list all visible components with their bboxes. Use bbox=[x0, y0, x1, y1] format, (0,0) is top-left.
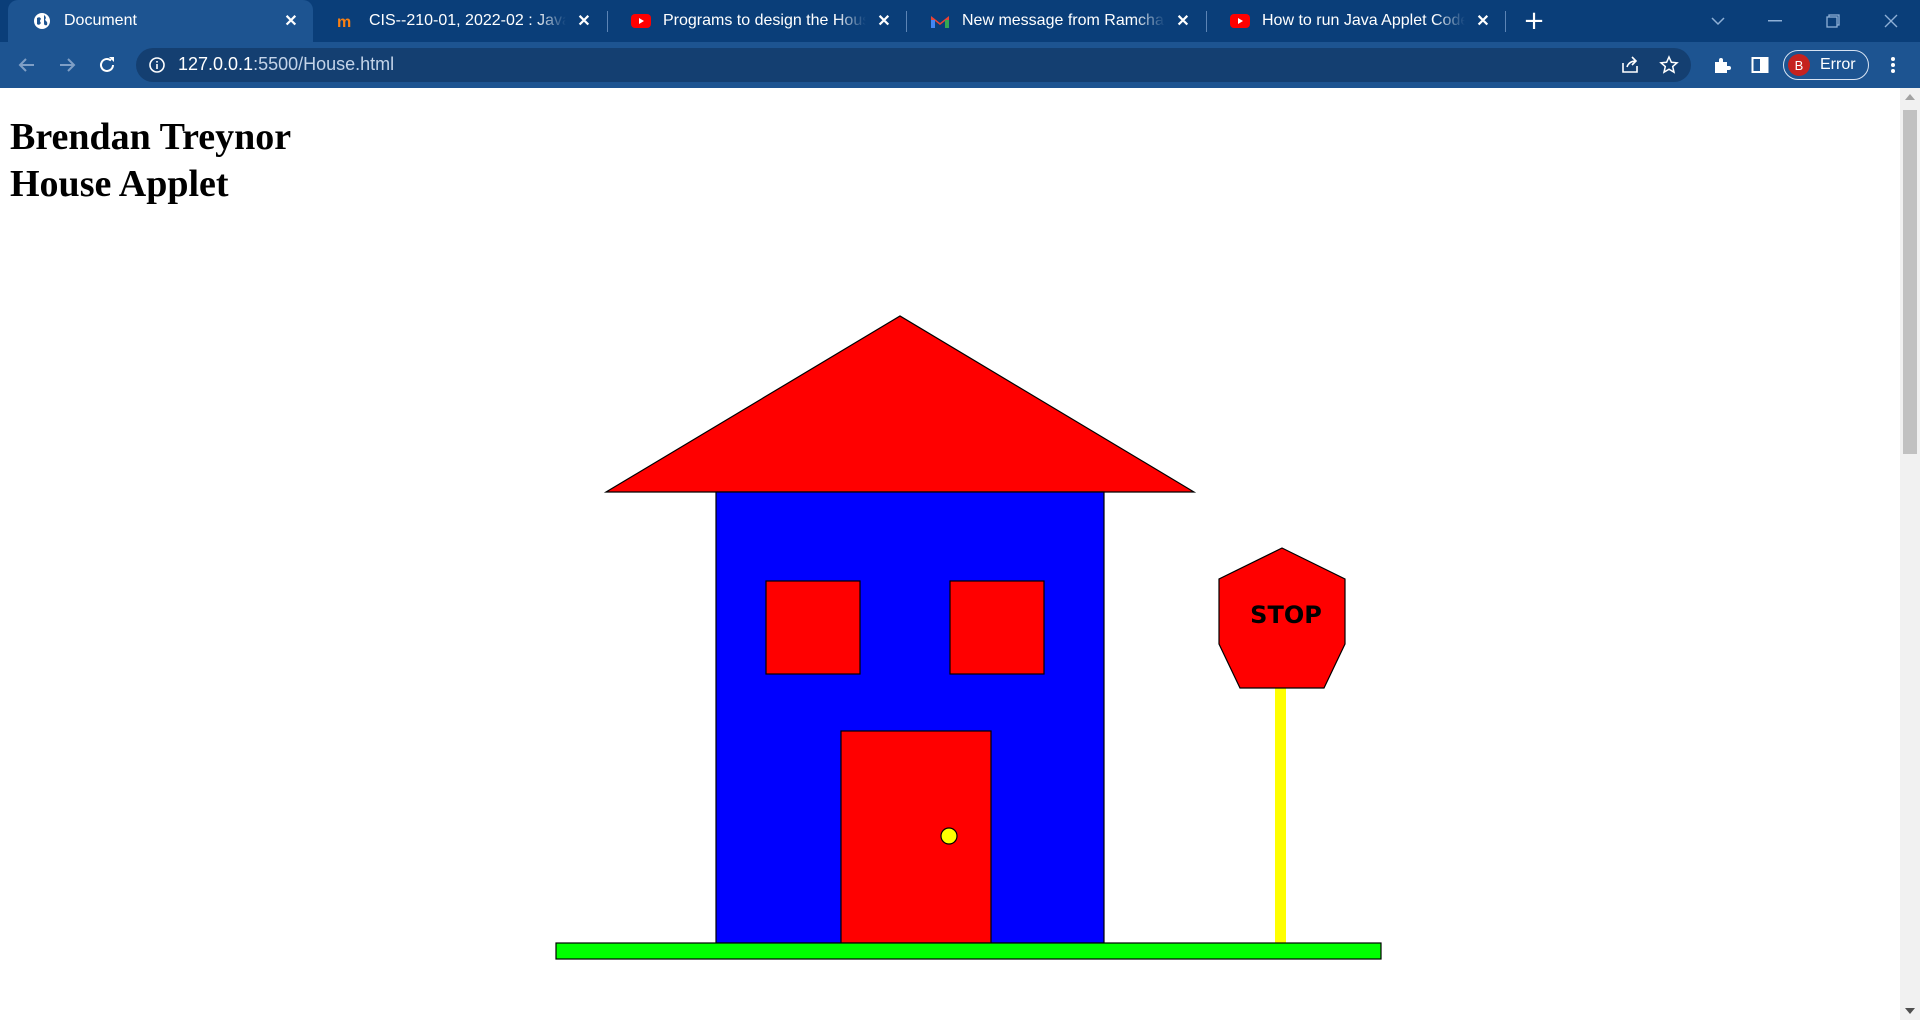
stop-sign-text: STOP bbox=[1250, 601, 1322, 629]
side-panel-icon[interactable] bbox=[1744, 49, 1776, 81]
tab-youtube-applet[interactable]: How to run Java Applet Code in Chrome ✕ bbox=[1206, 0, 1505, 42]
sign-pole bbox=[1275, 688, 1286, 944]
moodle-icon: m bbox=[337, 11, 357, 31]
forward-icon[interactable] bbox=[51, 49, 83, 81]
tab-strip: Document ✕ m CIS--210-01, 2022-02 : Java… bbox=[0, 0, 1920, 42]
tab-separator bbox=[1505, 11, 1506, 32]
url-host: 127.0.0.1 bbox=[178, 54, 254, 74]
youtube-icon bbox=[1230, 11, 1250, 31]
url-path: :5500/House.html bbox=[253, 54, 395, 74]
globe-icon bbox=[32, 11, 52, 31]
right-window bbox=[949, 580, 1045, 675]
restore-icon[interactable] bbox=[1810, 0, 1856, 42]
scroll-up-icon[interactable] bbox=[1905, 94, 1915, 100]
tab-moodle[interactable]: m CIS--210-01, 2022-02 : JavaApplets ✕ bbox=[313, 0, 606, 42]
scroll-thumb[interactable] bbox=[1903, 110, 1917, 454]
tab-search-icon[interactable] bbox=[1695, 0, 1741, 42]
page-scrollbar[interactable] bbox=[1900, 88, 1920, 1020]
close-icon[interactable]: ✕ bbox=[874, 11, 894, 31]
profile-button[interactable]: B Error bbox=[1783, 50, 1869, 80]
extensions-icon[interactable] bbox=[1706, 49, 1738, 81]
share-icon[interactable] bbox=[1620, 55, 1640, 75]
ground bbox=[555, 942, 1382, 960]
tab-title: Document bbox=[64, 12, 137, 29]
tab-youtube-house[interactable]: Programs to design the House and ✕ bbox=[607, 0, 906, 42]
roof bbox=[603, 315, 1197, 493]
profile-status: Error bbox=[1820, 56, 1856, 73]
door-knob bbox=[940, 827, 958, 845]
youtube-icon bbox=[631, 11, 651, 31]
door bbox=[840, 730, 992, 944]
menu-kebab-icon[interactable] bbox=[1877, 49, 1909, 81]
tab-title: CIS--210-01, 2022-02 : JavaApplets bbox=[369, 12, 566, 29]
back-icon[interactable] bbox=[11, 49, 43, 81]
tab-document[interactable]: Document ✕ bbox=[8, 0, 313, 42]
house-applet-canvas: STOP bbox=[555, 315, 1382, 960]
gmail-icon bbox=[930, 11, 950, 31]
tab-title: Programs to design the House and bbox=[663, 12, 866, 29]
close-icon[interactable]: ✕ bbox=[1173, 11, 1193, 31]
close-icon[interactable]: ✕ bbox=[281, 11, 301, 31]
svg-text:m: m bbox=[337, 14, 351, 29]
page-viewport: Brendan Treynor House Applet STOP bbox=[0, 88, 1900, 1020]
url-text: 127.0.0.1:5500/House.html bbox=[178, 54, 394, 75]
browser-toolbar: 127.0.0.1:5500/House.html B Error bbox=[0, 42, 1920, 88]
close-icon[interactable]: ✕ bbox=[574, 11, 594, 31]
avatar: B bbox=[1788, 54, 1810, 76]
tab-title: New message from Ramcharan, Ram bbox=[962, 12, 1165, 29]
tab-title: How to run Java Applet Code in Chrome bbox=[1262, 12, 1465, 29]
tab-gmail[interactable]: New message from Ramcharan, Ram ✕ bbox=[906, 0, 1205, 42]
site-info-icon[interactable] bbox=[148, 56, 166, 74]
new-tab-button[interactable]: + bbox=[1520, 7, 1548, 35]
scroll-down-icon[interactable] bbox=[1905, 1008, 1915, 1014]
address-bar[interactable]: 127.0.0.1:5500/House.html bbox=[136, 48, 1691, 82]
minimize-icon[interactable] bbox=[1752, 0, 1798, 42]
reload-icon[interactable] bbox=[91, 49, 123, 81]
close-icon[interactable]: ✕ bbox=[1473, 11, 1493, 31]
left-window bbox=[765, 580, 861, 675]
bookmark-star-icon[interactable] bbox=[1659, 55, 1679, 75]
close-window-icon[interactable] bbox=[1868, 0, 1914, 42]
